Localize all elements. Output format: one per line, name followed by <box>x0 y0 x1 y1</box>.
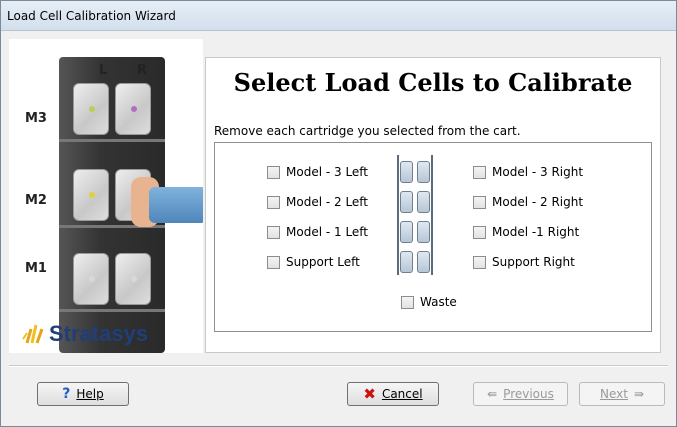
row-label-m1: M1 <box>25 261 47 276</box>
wizard-window: Load Cell Calibration Wizard L R M3 M2 M… <box>0 0 677 427</box>
question-icon: ? <box>62 386 71 402</box>
window-title: Load Cell Calibration Wizard <box>7 9 176 23</box>
brand-logo-text: Stratasys <box>49 321 149 346</box>
checkbox-model-3-left[interactable]: Model - 3 Left <box>267 165 368 179</box>
column-label-right: R <box>137 63 148 78</box>
checkbox-label: Waste <box>420 295 457 309</box>
cancel-button[interactable]: ✖ Cancel <box>347 382 439 406</box>
cancel-label: Cancel <box>381 387 423 401</box>
checkbox-box[interactable] <box>267 195 280 209</box>
column-label-left: L <box>99 63 108 78</box>
checkbox-support-left[interactable]: Support Left <box>267 255 360 269</box>
row-label-m2: M2 <box>25 193 47 208</box>
button-divider <box>9 365 668 367</box>
title-bar: Load Cell Calibration Wizard <box>1 1 676 31</box>
checkbox-model-1-right[interactable]: Model -1 Right <box>473 225 579 239</box>
checkbox-box[interactable] <box>267 225 280 239</box>
previous-label: Previous <box>503 387 554 401</box>
next-button[interactable]: Next ⇛ <box>579 382 665 406</box>
next-label: Next <box>599 387 628 401</box>
main-panel: Select Load Cells to Calibrate Remove ea… <box>205 57 661 353</box>
row-label-m3: M3 <box>25 111 47 126</box>
checkbox-label: Model -1 Right <box>492 225 580 239</box>
instruction-text: Remove each cartridge you selected from … <box>214 124 521 138</box>
help-button[interactable]: ? Help <box>37 382 129 406</box>
checkbox-box[interactable] <box>473 165 486 179</box>
stratasys-logo-icon <box>22 324 44 344</box>
checkbox-waste[interactable]: Waste <box>401 295 457 309</box>
load-cell-group: Model - 3 Left Model - 2 Left Model - 1 … <box>214 142 652 332</box>
checkbox-label: Model - 3 Left <box>286 165 369 179</box>
arm-image <box>149 187 203 223</box>
checkbox-label: Support Left <box>286 255 360 269</box>
checkbox-label: Model - 2 Right <box>492 195 584 209</box>
checkbox-support-right[interactable]: Support Right <box>473 255 575 269</box>
checkbox-model-3-right[interactable]: Model - 3 Right <box>473 165 583 179</box>
help-label: Help <box>76 387 104 401</box>
checkbox-box[interactable] <box>473 225 486 239</box>
checkbox-model-1-left[interactable]: Model - 1 Left <box>267 225 368 239</box>
red-x-icon: ✖ <box>363 385 376 403</box>
cart-icon <box>397 155 433 285</box>
checkbox-box[interactable] <box>473 255 486 269</box>
checkbox-label: Model - 3 Right <box>492 165 584 179</box>
right-arrow-icon: ⇛ <box>633 387 645 401</box>
checkbox-box[interactable] <box>401 295 414 309</box>
cart-illustration: L R M3 M2 M1 Stratasys <box>9 39 203 353</box>
checkbox-box[interactable] <box>267 255 280 269</box>
left-arrow-icon: ⇚ <box>487 387 498 401</box>
checkbox-label: Model - 1 Left <box>286 225 369 239</box>
checkbox-label: Model - 2 Left <box>286 195 369 209</box>
checkbox-box[interactable] <box>267 165 280 179</box>
previous-button[interactable]: ⇚ Previous <box>473 382 568 406</box>
checkbox-label: Support Right <box>492 255 575 269</box>
page-heading: Select Load Cells to Calibrate <box>233 68 633 97</box>
checkbox-model-2-right[interactable]: Model - 2 Right <box>473 195 583 209</box>
checkbox-model-2-left[interactable]: Model - 2 Left <box>267 195 368 209</box>
checkbox-box[interactable] <box>473 195 486 209</box>
